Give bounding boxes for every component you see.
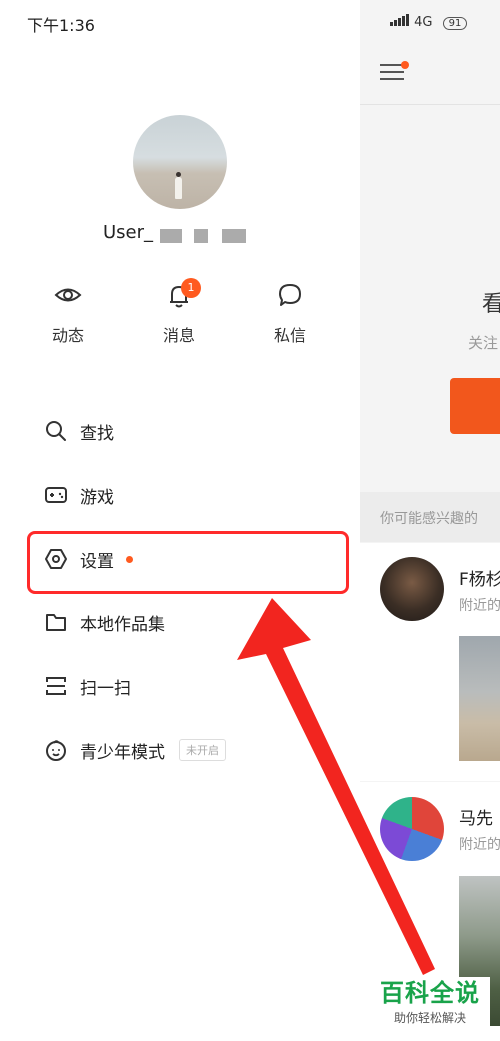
avatar[interactable]	[133, 115, 227, 209]
menu-item-teen-mode[interactable]: 青少年模式 未开启	[44, 735, 226, 765]
suggested-user-avatar[interactable]	[380, 557, 444, 621]
scan-icon	[46, 677, 66, 695]
username[interactable]: User_	[103, 222, 153, 243]
menu-item-search[interactable]: 查找	[44, 416, 114, 446]
watermark-subtitle: 助你轻松解决	[393, 1011, 466, 1025]
menu-item-label: 本地作品集	[80, 614, 165, 635]
status-time: 下午1:36	[27, 16, 95, 35]
avatar-figure	[175, 172, 182, 199]
menu-item-games[interactable]: 游戏	[44, 480, 114, 510]
suggested-user-meta: 附近的	[459, 837, 500, 853]
username-blur	[160, 229, 182, 243]
menu-item-scan[interactable]: 扫一扫	[44, 671, 131, 701]
quick-action-label: 消息	[162, 326, 195, 345]
menu-item-local-works[interactable]: 本地作品集	[44, 607, 165, 637]
username-blur	[194, 229, 208, 243]
quick-action-label: 私信	[273, 326, 306, 345]
feed-empty-subtitle: 关注	[468, 334, 499, 352]
suggest-header-text: 你可能感兴趣的	[380, 511, 478, 527]
header-divider	[360, 104, 500, 105]
menu-item-label: 查找	[80, 423, 114, 444]
status-indicators: 4G 91	[390, 14, 468, 30]
watermark: 百科全说 助你轻松解决	[370, 977, 490, 1033]
quick-action-messages[interactable]: 1 消息	[149, 278, 209, 346]
menu-item-label: 青少年模式	[80, 742, 165, 763]
network-type: 4G	[414, 15, 433, 30]
watermark-title: 百科全说	[380, 979, 480, 1007]
menu-item-label: 扫一扫	[80, 678, 131, 699]
quick-action-feed[interactable]: 动态	[38, 280, 98, 346]
suggested-user-card[interactable]: F杨杉 附近的	[360, 543, 500, 781]
username-blur	[222, 229, 246, 243]
suggested-user-meta: 附近的	[459, 598, 500, 614]
quick-action-private-message[interactable]: 私信	[260, 280, 320, 346]
main-feed-peek[interactable]: 4G 91 看 关注 你可能感兴趣的 F杨杉 附近的 马先 附近的	[360, 0, 500, 1041]
signal-icon	[390, 14, 409, 26]
suggested-user-avatar[interactable]	[380, 797, 444, 861]
feed-action-button[interactable]	[450, 378, 500, 434]
side-drawer: 下午1:36 User_ 动态 1 消息 私信 查找 游戏 设置 本地作品集 扫…	[0, 0, 360, 1041]
battery-level: 91	[442, 17, 468, 30]
folder-icon	[46, 614, 66, 631]
quick-action-label: 动态	[51, 326, 84, 345]
gamepad-icon	[45, 487, 67, 503]
message-badge: 1	[181, 278, 201, 298]
feed-empty-title: 看	[482, 292, 500, 317]
search-icon	[46, 421, 66, 441]
suggested-user-name[interactable]: 马先	[459, 804, 493, 829]
eye-icon	[54, 288, 82, 302]
menu-notification-dot	[401, 61, 409, 69]
menu-item-label: 游戏	[80, 487, 114, 508]
chat-bubble-icon	[279, 284, 301, 306]
teen-mode-status-tag: 未开启	[179, 739, 226, 761]
child-face-icon	[46, 740, 66, 761]
suggested-user-name[interactable]: F杨杉	[459, 565, 500, 590]
settings-highlight-box	[27, 531, 349, 594]
suggested-user-thumbnail[interactable]	[459, 636, 500, 761]
